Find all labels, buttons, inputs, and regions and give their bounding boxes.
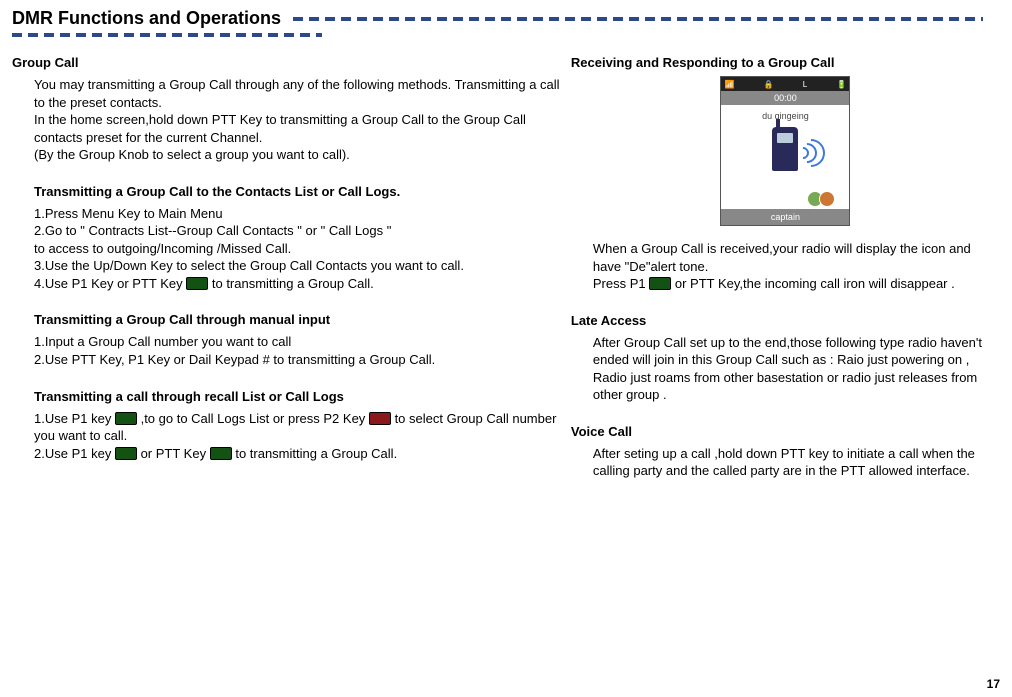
signal-waves-icon	[797, 135, 837, 175]
p1-key-icon-3	[649, 277, 671, 290]
receive-b2: or PTT Key,the incoming call iron will d…	[675, 276, 955, 291]
screen-time: 00:00	[721, 91, 849, 105]
screen-body: du qingeing	[721, 105, 849, 209]
radio-screen-illustration: L 00:00 du qingeing captain	[720, 76, 850, 226]
page-number: 17	[987, 677, 1000, 691]
contacts-step-1: 1.Press Menu Key to Main Menu	[34, 205, 561, 223]
manual-step-2: 2.Use PTT Key, P1 Key or Dail Keypad # t…	[34, 351, 561, 369]
section-voice-call: Voice Call After seting up a call ,hold …	[571, 424, 1000, 480]
body-recall: 1.Use P1 key ,to go to Call Logs List or…	[12, 410, 561, 463]
contacts-step-2: 2.Go to " Contracts List--Group Call Con…	[34, 222, 561, 257]
heading-manual: Transmitting a Group Call through manual…	[12, 312, 561, 327]
page-header: DMR Functions and Operations	[12, 8, 1000, 37]
manual-step-1: 1.Input a Group Call number you want to …	[34, 333, 561, 351]
recall-step-1: 1.Use P1 key ,to go to Call Logs List or…	[34, 410, 561, 445]
recall-2a: 2.Use P1 key	[34, 446, 115, 461]
contacts-step-4a: 4.Use P1 Key or PTT Key	[34, 276, 183, 291]
heading-late: Late Access	[571, 313, 1000, 328]
heading-contacts: Transmitting a Group Call to the Contact…	[12, 184, 561, 199]
lock-icon	[764, 80, 774, 89]
section-contacts: Transmitting a Group Call to the Contact…	[12, 184, 561, 293]
right-column: Receiving and Responding to a Group Call…	[571, 55, 1000, 500]
contacts-step-4: 4.Use P1 Key or PTT Key to transmitting …	[34, 275, 561, 293]
section-late-access: Late Access After Group Call set up to t…	[571, 313, 1000, 404]
contacts-step-3: 3.Use the Up/Down Key to select the Grou…	[34, 257, 561, 275]
heading-voice: Voice Call	[571, 424, 1000, 439]
contacts-step-4b: to transmitting a Group Call.	[212, 276, 374, 291]
recall-step-2: 2.Use P1 key or PTT Key to transmitting …	[34, 445, 561, 463]
body-group-call: You may transmitting a Group Call throug…	[12, 76, 561, 164]
battery-icon	[836, 80, 846, 89]
group-people-icon	[811, 191, 835, 207]
section-group-call: Group Call You may transmitting a Group …	[12, 55, 561, 164]
p1-key-icon	[115, 412, 137, 425]
dashed-rule-bottom	[12, 33, 322, 37]
status-l-indicator: L	[803, 80, 807, 89]
left-column: Group Call You may transmitting a Group …	[12, 55, 571, 500]
receive-b1: Press P1	[593, 276, 646, 291]
heading-receive: Receiving and Responding to a Group Call	[571, 55, 1000, 70]
p2-key-icon	[369, 412, 391, 425]
section-receive: Receiving and Responding to a Group Call…	[571, 55, 1000, 293]
screen-caller-name: du qingeing	[762, 111, 809, 121]
signal-icon	[724, 80, 734, 89]
content-columns: Group Call You may transmitting a Group …	[12, 55, 1000, 500]
body-late: After Group Call set up to the end,those…	[571, 334, 1000, 404]
screen-status-bar: L	[721, 77, 849, 91]
body-manual: 1.Input a Group Call number you want to …	[12, 333, 561, 368]
recall-1a: 1.Use P1 key	[34, 411, 111, 426]
heading-recall: Transmitting a call through recall List …	[12, 389, 561, 404]
recall-1b: ,to go to Call Logs List or press P2 Key	[141, 411, 366, 426]
section-recall: Transmitting a call through recall List …	[12, 389, 561, 463]
person-icon	[819, 191, 835, 207]
recall-2c: to transmitting a Group Call.	[235, 446, 397, 461]
ptt-key-icon-2	[210, 447, 232, 460]
heading-group-call: Group Call	[12, 55, 561, 70]
screen-bottom-label: captain	[721, 209, 849, 225]
p1-key-icon-2	[115, 447, 137, 460]
page-title: DMR Functions and Operations	[12, 8, 281, 29]
ptt-key-icon	[186, 277, 208, 290]
body-voice: After seting up a call ,hold down PTT ke…	[571, 445, 1000, 480]
body-receive: When a Group Call is received,your radio…	[571, 240, 1000, 293]
section-manual: Transmitting a Group Call through manual…	[12, 312, 561, 368]
receive-body-b: Press P1 or PTT Key,the incoming call ir…	[593, 275, 1000, 293]
dashed-rule-top	[293, 17, 983, 21]
receive-body-a: When a Group Call is received,your radio…	[593, 240, 1000, 275]
radio-device-icon	[772, 127, 798, 171]
recall-2b: or PTT Key	[141, 446, 207, 461]
body-contacts: 1.Press Menu Key to Main Menu 2.Go to " …	[12, 205, 561, 293]
